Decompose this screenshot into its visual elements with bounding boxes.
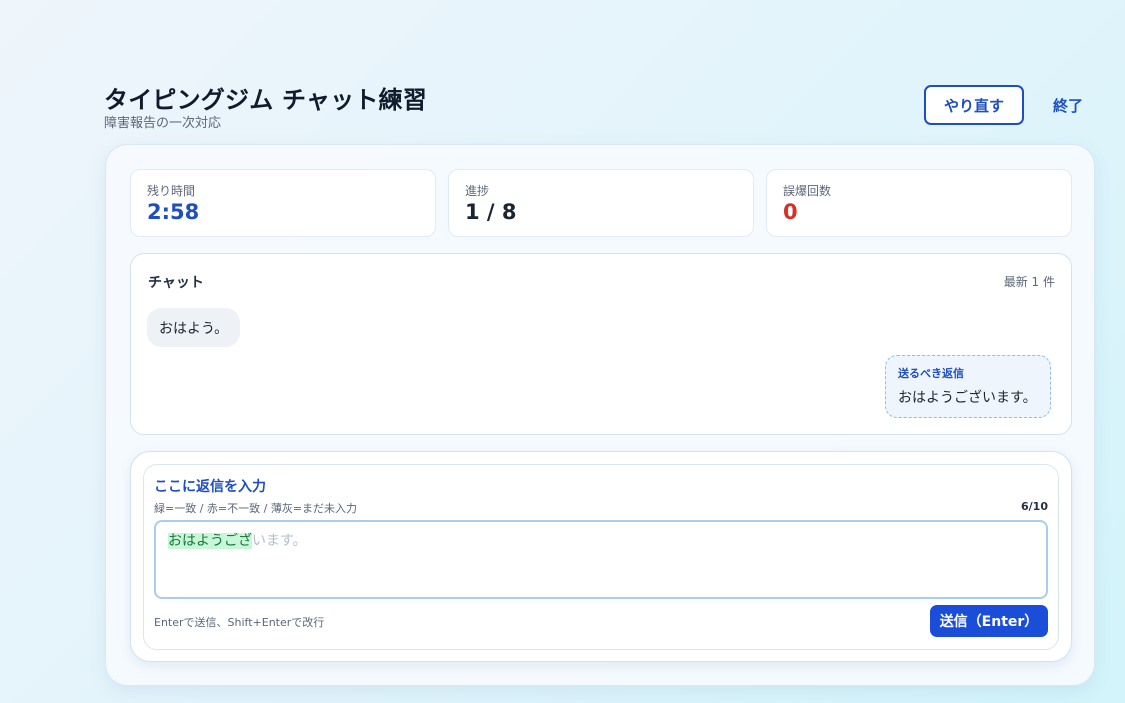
end-button[interactable]: 終了 (1038, 85, 1098, 125)
reply-input-inner: ここに返信を入力 緑=一致 / 赤=不一致 / 薄灰=まだ未入力 6/10 おは… (143, 464, 1059, 650)
stat-time-label: 残り時間 (147, 184, 196, 198)
expected-reply-hint: 送るべき返信 (898, 367, 964, 380)
retry-button[interactable]: やり直す (924, 85, 1024, 125)
stat-errors-label: 誤爆回数 (783, 184, 832, 198)
reply-input-progress: 6/10 (1021, 500, 1048, 513)
chat-title: チャット (148, 275, 204, 291)
stat-errors-value: 0 (783, 200, 798, 224)
stat-progress-value: 1 / 8 (465, 200, 517, 224)
main-card: 残り時間 2:58 進捗 1 / 8 誤爆回数 0 チャット 最新 1 件 おは… (105, 144, 1095, 686)
stat-progress-label: 進捗 (465, 184, 490, 198)
send-button[interactable]: 送信（Enter） (930, 605, 1048, 637)
page-header: タイピングジム チャット練習 障害報告の一次対応 やり直す 終了 (104, 80, 1084, 132)
expected-reply-text: おはようございます。 (898, 390, 1037, 406)
chat-panel: チャット 最新 1 件 おはよう。 送るべき返信 おはようございます。 (130, 253, 1072, 435)
reply-input-title: ここに返信を入力 (154, 479, 266, 495)
reply-input-shortcut-hint: Enterで送信、Shift+Enterで改行 (154, 616, 325, 629)
stat-errors: 誤爆回数 0 (766, 169, 1072, 237)
stat-time-remaining: 残り時間 2:58 (130, 169, 436, 237)
stat-time-value: 2:58 (147, 200, 200, 224)
expected-reply-bubble: 送るべき返信 おはようございます。 (885, 355, 1051, 418)
incoming-message-bubble: おはよう。 (147, 308, 241, 347)
typed-text-match: おはようござ (168, 533, 252, 549)
reply-input-panel: ここに返信を入力 緑=一致 / 赤=不一致 / 薄灰=まだ未入力 6/10 おは… (130, 451, 1072, 662)
reply-textarea[interactable]: おはようございます。 (154, 520, 1048, 599)
remaining-text: います。 (252, 533, 307, 549)
stat-progress: 進捗 1 / 8 (448, 169, 754, 237)
chat-message-count: 最新 1 件 (1003, 275, 1055, 289)
page-subtitle: 障害報告の一次対応 (104, 116, 222, 131)
reply-input-legend: 緑=一致 / 赤=不一致 / 薄灰=まだ未入力 (154, 502, 358, 515)
page-title: タイピングジム チャット練習 (104, 86, 427, 114)
